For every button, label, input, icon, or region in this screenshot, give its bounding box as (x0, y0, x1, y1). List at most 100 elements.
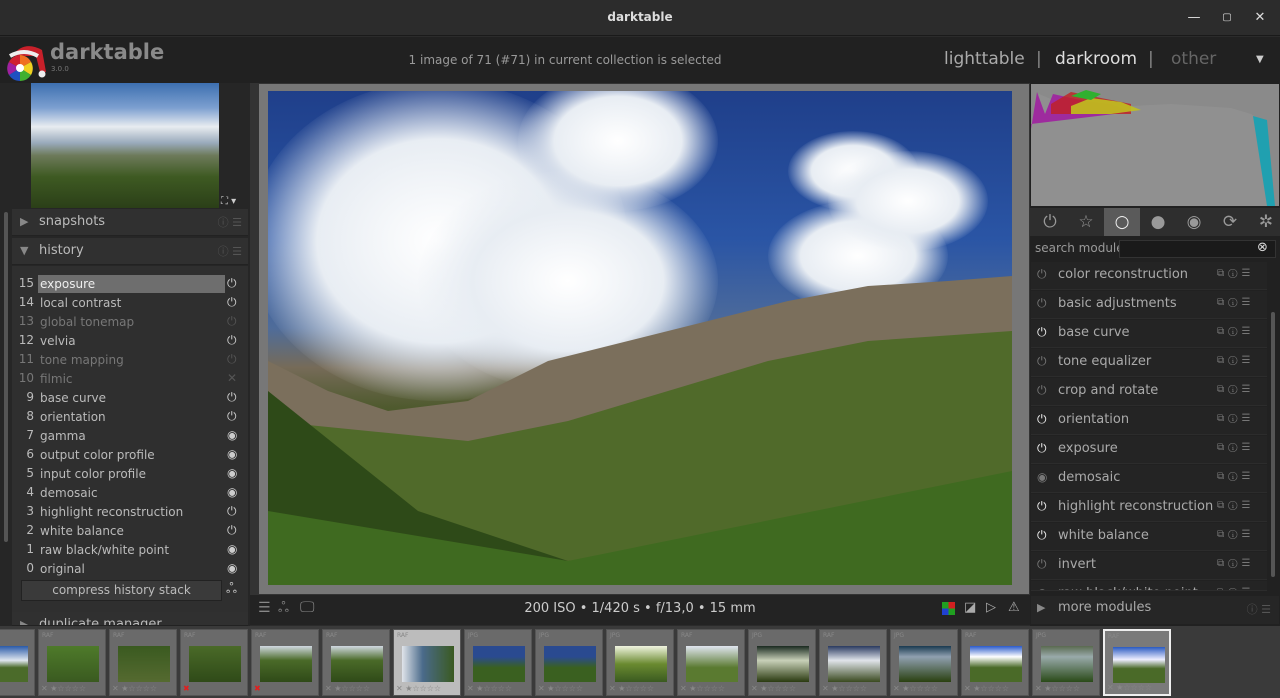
always-on-icon[interactable]: ◉ (1037, 470, 1047, 484)
correct-icon[interactable]: ⟳ (1212, 208, 1248, 236)
module-item[interactable]: ⏻ orientation ⧉ⓘ☰ (1031, 407, 1267, 435)
history-item[interactable]: 12 velvia ⏻ (12, 333, 248, 352)
view-darkroom[interactable]: darkroom (1055, 49, 1137, 69)
compress-history-button[interactable]: compress history stack (21, 580, 222, 601)
view-lighttable[interactable]: lighttable (944, 49, 1025, 69)
filmstrip-thumbnail[interactable]: RAF ✖ (180, 629, 248, 696)
module-actions-icons[interactable]: ⧉ⓘ☰ (1217, 384, 1254, 395)
history-item[interactable]: 0 original ◉ (12, 561, 248, 580)
filmstrip-thumbnail[interactable]: RAF ✕ ★☆☆☆☆ (819, 629, 887, 696)
star-rating[interactable]: ✕ ★☆☆☆☆ (112, 684, 157, 693)
module-actions-icons[interactable]: ⧉ⓘ☰ (1217, 529, 1254, 540)
color-wheel-icon[interactable]: ◉ (1176, 208, 1212, 236)
star-rating[interactable]: ✕ ★☆☆☆☆ (538, 684, 583, 693)
close-button[interactable]: ✕ (1250, 8, 1270, 28)
module-actions-icons[interactable]: ⧉ⓘ☰ (1217, 500, 1254, 511)
module-actions-icons[interactable]: ⧉ⓘ☰ (1217, 413, 1254, 424)
minimize-button[interactable]: — (1184, 8, 1204, 28)
softproof-icon[interactable]: ◪ (964, 600, 976, 615)
power-icon[interactable]: ⏻ (1037, 267, 1047, 282)
duplicate-manager-header[interactable]: ▶ duplicate manager (12, 612, 248, 626)
reset-preset-icons[interactable]: ⓘ ☰ (1247, 601, 1271, 617)
history-item[interactable]: 2 white balance ⏻ (12, 523, 248, 542)
power-icon[interactable]: ⏻ (1037, 557, 1047, 572)
module-actions-icons[interactable]: ⧉ⓘ☰ (1217, 442, 1254, 453)
module-item[interactable]: ⏻ tone equalizer ⧉ⓘ☰ (1031, 349, 1267, 377)
filmstrip-thumbnail[interactable]: JPG ✕ ★☆☆☆☆ (748, 629, 816, 696)
quick-access-icon[interactable]: ☰ (258, 600, 271, 616)
module-actions-icons[interactable]: ⧉ⓘ☰ (1217, 558, 1254, 569)
color-assessment-icon[interactable] (942, 602, 955, 615)
module-item[interactable]: ⏻ white balance ⧉ⓘ☰ (1031, 523, 1267, 551)
power-icon[interactable]: ⏻ (1037, 325, 1047, 340)
module-actions-icons[interactable]: ⧉ⓘ☰ (1217, 587, 1254, 590)
right-scrollbar[interactable] (1271, 312, 1275, 577)
module-item[interactable]: ⏻ highlight reconstruction ⧉ⓘ☰ (1031, 494, 1267, 522)
filmstrip-thumbnail[interactable]: RAF ✕ ★☆☆☆☆ (677, 629, 745, 696)
filmstrip-thumbnail[interactable]: RAF ✖ (251, 629, 319, 696)
view-other[interactable]: other (1171, 49, 1216, 69)
module-item[interactable]: ⏻ color reconstruction ⧉ⓘ☰ (1031, 262, 1267, 290)
star-rating[interactable]: ✕ ★☆☆☆☆ (822, 684, 867, 693)
filmstrip-thumbnail[interactable]: RAF ✕ ★☆☆☆☆ (393, 629, 461, 696)
tone-sphere-icon[interactable]: ● (1140, 208, 1176, 236)
reset-preset-icons[interactable]: ⓘ ☰ (218, 243, 242, 259)
history-item[interactable]: 10 filmic ✕ (12, 371, 248, 390)
history-item[interactable]: 6 output color profile ◉ (12, 447, 248, 466)
module-item[interactable]: ⏻ crop and rotate ⧉ⓘ☰ (1031, 378, 1267, 406)
circle-icon[interactable]: ○ (1104, 208, 1140, 236)
power-icon[interactable]: ⏻ (1032, 208, 1068, 236)
module-item[interactable]: ◉ raw black/white point ⧉ⓘ☰ (1031, 581, 1267, 591)
gamut-check-icon[interactable]: ▷ (986, 600, 996, 615)
star-rating[interactable]: ✕ ★☆☆☆☆ (325, 684, 370, 693)
reset-preset-icons[interactable]: ⓘ ☰ (218, 214, 242, 230)
module-item[interactable]: ⏻ base curve ⧉ⓘ☰ (1031, 320, 1267, 348)
module-item[interactable]: ◉ demosaic ⧉ⓘ☰ (1031, 465, 1267, 493)
star-rating[interactable]: ✕ ★☆☆☆☆ (41, 684, 86, 693)
star-rating[interactable]: ✕ ★☆☆☆☆ (964, 684, 1009, 693)
rejected-icon[interactable]: ✖ (183, 684, 190, 693)
filmstrip-thumbnail[interactable]: RAF ✕ ★☆☆☆☆ (961, 629, 1029, 696)
star-rating[interactable]: ✕ ★☆☆☆☆ (396, 684, 441, 693)
filmstrip-thumbnail[interactable]: RAF ✕ ★☆☆☆☆ (322, 629, 390, 696)
create-style-icon[interactable]: ஃ (226, 581, 237, 599)
filmstrip-thumbnail[interactable]: RAF ✕ ★☆☆☆☆ (1103, 629, 1171, 696)
filmstrip-thumbnail[interactable]: JPG ✕ ★☆☆☆☆ (606, 629, 674, 696)
main-image[interactable] (268, 91, 1012, 585)
power-icon[interactable]: ⏻ (1037, 383, 1047, 398)
histogram[interactable] (1031, 84, 1279, 206)
module-actions-icons[interactable]: ⧉ⓘ☰ (1217, 268, 1254, 279)
history-item[interactable]: 7 gamma ◉ (12, 428, 248, 447)
filmstrip-thumbnail[interactable]: JPG ✕ ★☆☆☆☆ (464, 629, 532, 696)
always-on-icon[interactable]: ◉ (1037, 586, 1047, 590)
second-window-icon[interactable]: 🖵 (300, 598, 314, 616)
star-rating[interactable]: ✕ ★☆☆☆☆ (680, 684, 725, 693)
search-module-input[interactable] (1119, 240, 1276, 258)
history-item[interactable]: 8 orientation ⏻ (12, 409, 248, 428)
history-item[interactable]: 3 highlight reconstruction ⏻ (12, 504, 248, 523)
left-scrollbar[interactable] (4, 212, 8, 542)
warning-icon[interactable]: ⚠ (1008, 600, 1020, 615)
module-actions-icons[interactable]: ⧉ⓘ☰ (1217, 326, 1254, 337)
history-item[interactable]: 15 exposure ⏻ (12, 275, 248, 295)
module-actions-icons[interactable]: ⧉ⓘ☰ (1217, 297, 1254, 308)
navigation-thumbnail[interactable] (31, 83, 219, 208)
maximize-button[interactable]: ▢ (1217, 8, 1237, 28)
styles-icon[interactable]: ஃ (278, 600, 289, 618)
filmstrip-thumbnail[interactable]: JPG ✕ ★☆☆☆☆ (535, 629, 603, 696)
module-item[interactable]: ⏻ invert ⧉ⓘ☰ (1031, 552, 1267, 580)
history-item[interactable]: 9 base curve ⏻ (12, 390, 248, 409)
history-item[interactable]: 11 tone mapping ⏻ (12, 352, 248, 371)
power-icon[interactable]: ⏻ (1037, 412, 1047, 427)
star-rating[interactable]: ✕ ★☆☆☆☆ (1035, 684, 1080, 693)
star-rating[interactable]: ✕ ★☆☆☆☆ (751, 684, 796, 693)
history-item[interactable]: 14 local contrast ⏻ (12, 295, 248, 314)
history-item[interactable]: 5 input color profile ◉ (12, 466, 248, 485)
star-rating[interactable]: ✕ ★☆☆☆☆ (1107, 683, 1152, 692)
effect-icon[interactable]: ✲ (1248, 208, 1280, 236)
power-icon[interactable]: ⏻ (1037, 528, 1047, 543)
star-rating[interactable]: ✕ ★☆☆☆☆ (467, 684, 512, 693)
star-rating[interactable]: ✕ ★☆☆☆☆ (609, 684, 654, 693)
history-header[interactable]: ▼ history ⓘ ☰ (12, 238, 248, 265)
module-item[interactable]: ⏻ exposure ⧉ⓘ☰ (1031, 436, 1267, 464)
